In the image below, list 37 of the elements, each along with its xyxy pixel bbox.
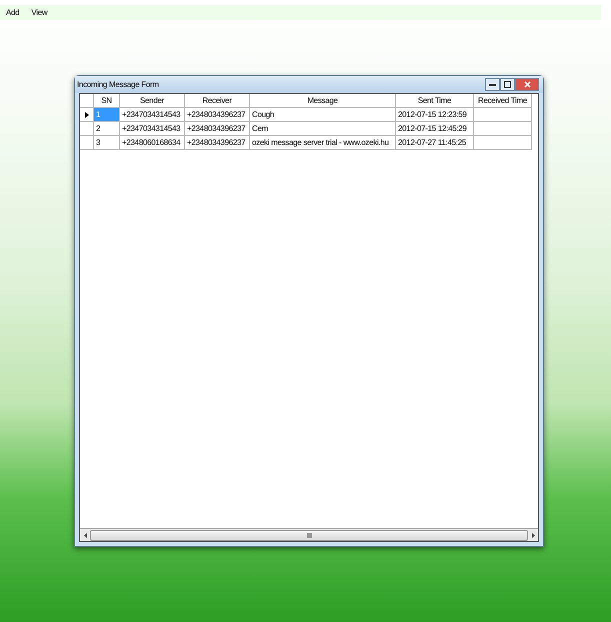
table-cell[interactable]: 2012-07-15 12:45:29 (396, 122, 474, 136)
column-header[interactable]: Sent Time (396, 94, 474, 108)
column-header[interactable]: SN (94, 94, 120, 108)
horizontal-scrollbar[interactable] (80, 528, 538, 541)
minimize-button[interactable] (485, 78, 500, 91)
table-cell[interactable]: Cough (250, 108, 396, 122)
maximize-button[interactable] (500, 78, 515, 91)
table-cell[interactable]: 2 (94, 122, 120, 136)
table-cell[interactable]: +2348034396237 (185, 122, 250, 136)
left-arrow-icon[interactable] (84, 532, 86, 538)
right-arrow-icon[interactable] (532, 532, 534, 538)
table-cell[interactable]: 3 (94, 136, 120, 150)
grip-icon (306, 532, 312, 538)
empty-cell[interactable] (474, 122, 532, 136)
maximize-icon[interactable] (504, 81, 511, 88)
menu-item[interactable]: Add (6, 8, 20, 17)
table-cell[interactable]: 2012-07-15 12:23:59 (396, 108, 474, 122)
table-cell[interactable]: ozeki message server trial - www.ozeki.hu (250, 136, 396, 150)
table-cell[interactable]: +2348060168634 (120, 136, 185, 150)
table-cell[interactable]: +2348034396237 (185, 136, 250, 150)
table-cell[interactable]: 2012-07-27 11:45:25 (396, 136, 474, 150)
column-header[interactable]: Sender (120, 94, 185, 108)
current-row-icon (84, 112, 88, 118)
empty-cell[interactable] (474, 136, 532, 150)
close-button[interactable] (515, 78, 539, 91)
window-title: Incoming Message Form (77, 80, 159, 89)
column-header[interactable]: Message (250, 94, 396, 108)
column-header[interactable]: Received Time (474, 94, 532, 108)
table-cell[interactable]: Cem (250, 122, 396, 136)
column-header[interactable]: Receiver (185, 94, 250, 108)
table-cell[interactable]: +2347034314543 (120, 108, 185, 122)
empty-cell[interactable] (474, 108, 532, 122)
menu-item[interactable]: View (31, 8, 48, 17)
table-cell[interactable]: +2347034314543 (120, 122, 185, 136)
table-cell[interactable]: +2348034396237 (185, 108, 250, 122)
close-icon[interactable] (524, 81, 530, 88)
minimize-icon[interactable] (489, 84, 496, 86)
